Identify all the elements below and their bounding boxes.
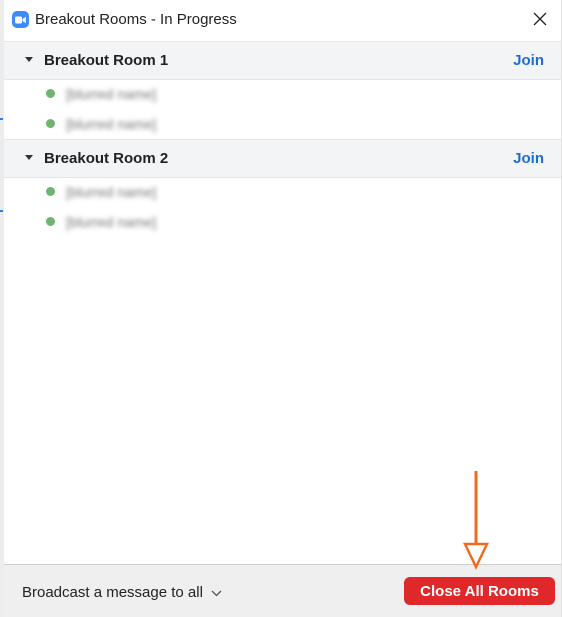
background-window-fragment bbox=[0, 118, 3, 120]
participant-name: [blurred name] bbox=[66, 184, 157, 200]
title-bar: Breakout Rooms - In Progress bbox=[4, 0, 561, 40]
join-room-1-link[interactable]: Join bbox=[513, 51, 544, 70]
collapse-caret-icon[interactable] bbox=[25, 57, 33, 62]
close-all-rooms-button[interactable]: Close All Rooms bbox=[404, 577, 555, 605]
annotation-arrow-icon bbox=[463, 471, 489, 570]
room-name: Breakout Room 2 bbox=[44, 150, 169, 167]
room-header-breakout-room-2[interactable]: Breakout Room 2 Join bbox=[4, 139, 561, 178]
online-status-dot-icon bbox=[46, 89, 55, 98]
close-icon[interactable] bbox=[531, 10, 549, 28]
participant-item: [blurred name] bbox=[4, 110, 561, 140]
join-room-2-link[interactable]: Join bbox=[513, 149, 544, 168]
online-status-dot-icon bbox=[46, 119, 55, 128]
online-status-dot-icon bbox=[46, 187, 55, 196]
background-window-fragment bbox=[0, 210, 3, 212]
zoom-camera-icon bbox=[12, 11, 29, 28]
online-status-dot-icon bbox=[46, 217, 55, 226]
chevron-down-icon bbox=[211, 583, 222, 603]
room-header-breakout-room-1[interactable]: Breakout Room 1 Join bbox=[4, 41, 561, 80]
participant-item: [blurred name] bbox=[4, 178, 561, 208]
participant-item: [blurred name] bbox=[4, 208, 561, 238]
participant-name: [blurred name] bbox=[66, 116, 157, 132]
window-title: Breakout Rooms - In Progress bbox=[35, 11, 237, 28]
participant-item: [blurred name] bbox=[4, 80, 561, 110]
participant-name: [blurred name] bbox=[66, 214, 157, 230]
participant-name: [blurred name] bbox=[66, 86, 157, 102]
room-name: Breakout Room 1 bbox=[44, 52, 169, 69]
broadcast-message-dropdown[interactable]: Broadcast a message to all bbox=[22, 582, 222, 603]
collapse-caret-icon[interactable] bbox=[25, 155, 33, 160]
footer-bar: Broadcast a message to all Close All Roo… bbox=[4, 564, 561, 617]
broadcast-label: Broadcast a message to all bbox=[22, 583, 203, 601]
